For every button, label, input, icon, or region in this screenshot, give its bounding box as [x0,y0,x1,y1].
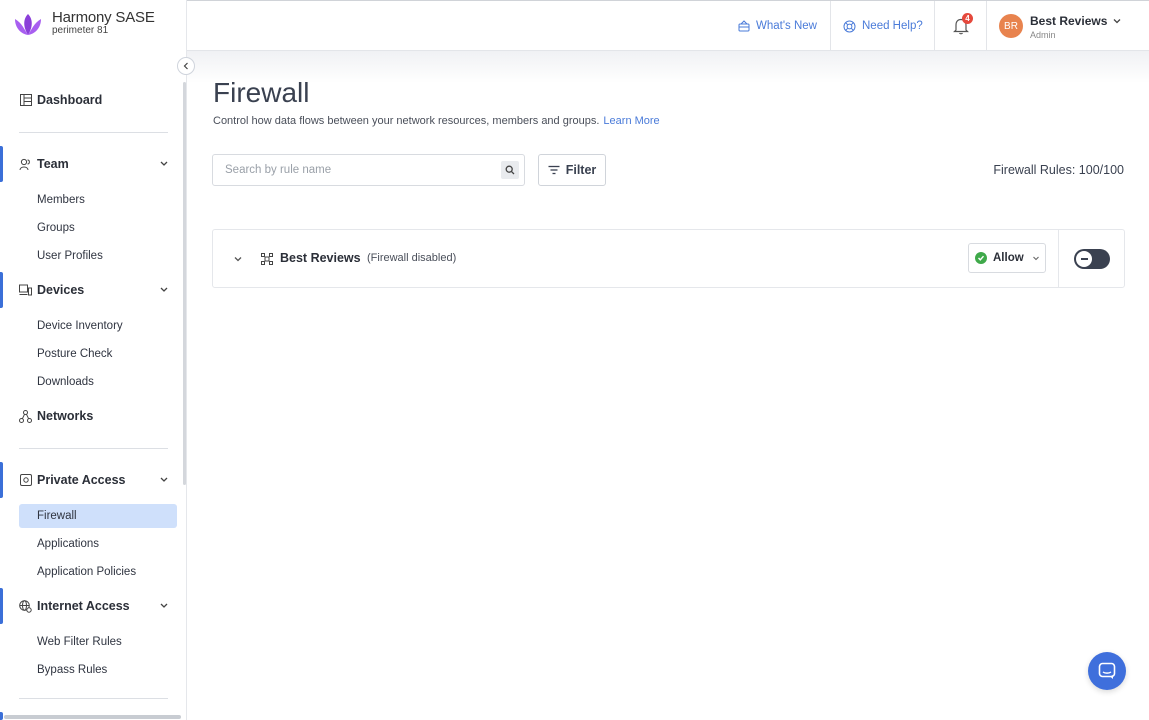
chevron-down-icon[interactable] [159,601,169,611]
sidebar-subitem-downloads[interactable]: Downloads [19,370,177,394]
description-text: Control how data flows between your netw… [213,115,600,127]
sidebar-scrollbar[interactable] [183,82,186,485]
private-access-icon [19,474,32,487]
filter-icon [548,165,560,175]
whats-new-label: What's New [756,20,817,32]
user-role: Admin [1030,30,1056,40]
section-indicator [0,712,3,720]
group-node-icon [261,253,273,265]
search-input[interactable] [213,155,498,185]
chevron-down-icon[interactable] [159,475,169,485]
sidebar-subitem-firewall[interactable]: Firewall [19,504,177,528]
toggle-knob [1076,251,1092,267]
sidebar-subitem-user-profiles[interactable]: User Profiles [19,244,177,268]
sidebar-subitem-applications[interactable]: Applications [19,532,177,556]
sidebar-item-label: Team [37,157,69,171]
sidebar-item-private-access[interactable]: Private Access [0,468,178,492]
top-bar: What's New Need Help? 4 BR Best Reviews … [187,0,1149,51]
chat-icon [1098,662,1116,679]
lotus-logo-icon [15,14,41,35]
sidebar-item-devices[interactable]: Devices [0,278,178,302]
header-shadow [187,51,1149,83]
sidebar-item-label: Devices [37,283,85,297]
search-button[interactable] [501,161,519,179]
sidebar-item-internet-access[interactable]: Internet Access [0,594,178,618]
team-icon [19,158,32,171]
search-box [212,154,525,186]
chat-support-button[interactable] [1088,652,1126,690]
chevron-down-icon[interactable] [233,254,243,264]
gift-icon [738,20,750,32]
chevron-down-icon[interactable] [1112,16,1122,26]
devices-icon [19,284,32,297]
sidebar-item-team[interactable]: Team [0,152,178,176]
rule-group-status: (Firewall disabled) [367,252,457,264]
sidebar-subitem-members[interactable]: Members [19,188,177,212]
sidebar-item-label: Internet Access [37,599,130,613]
need-help-link[interactable]: Need Help? [843,1,923,51]
network-icon [19,409,32,423]
user-name[interactable]: Best Reviews [1030,14,1107,28]
sidebar-subitem-application-policies[interactable]: Application Policies [19,560,177,584]
dashboard-icon [19,94,32,107]
firewall-rule-count: Firewall Rules: 100/100 [993,163,1124,177]
brand-title: Harmony SASE [52,9,155,26]
globe-icon [19,599,32,613]
page-description: Control how data flows between your netw… [213,115,660,127]
filter-button[interactable]: Filter [538,154,606,186]
chevron-down-icon[interactable] [159,285,169,295]
firewall-enable-toggle[interactable] [1074,249,1110,269]
brand-subtitle: perimeter 81 [52,25,109,36]
sidebar-item-label: Dashboard [37,93,103,107]
divider [19,448,168,449]
chevron-down-icon [1033,256,1039,261]
sidebar-item-networks[interactable]: Networks [0,404,178,428]
rule-group-name: Best Reviews [280,251,361,265]
page-title: Firewall [213,77,310,108]
divider [830,1,831,51]
whats-new-link[interactable]: What's New [738,1,817,51]
sidebar-subitem-groups[interactable]: Groups [19,216,177,240]
chevron-down-icon[interactable] [159,159,169,169]
action-label: Allow [993,252,1024,264]
notification-badge: 4 [962,13,973,24]
sidebar-subitem-bypass-rules[interactable]: Bypass Rules [19,658,177,682]
need-help-label: Need Help? [862,20,923,32]
divider [1058,230,1059,287]
sidebar-item-label: Private Access [37,473,126,487]
action-dropdown[interactable]: Allow [968,243,1046,273]
lifebuoy-icon [843,20,856,32]
sidebar-subitem-device-inventory[interactable]: Device Inventory [19,314,177,338]
search-icon [505,165,515,175]
filter-label: Filter [565,163,597,177]
divider [986,1,987,51]
divider [19,698,168,699]
sidebar-subitem-posture-check[interactable]: Posture Check [19,342,177,366]
sidebar-item-dashboard[interactable]: Dashboard [0,88,178,112]
collapse-sidebar-button[interactable] [177,57,195,75]
sidebar-subitem-web-filter-rules[interactable]: Web Filter Rules [19,630,177,654]
divider [19,132,168,133]
firewall-rule-row[interactable]: Best Reviews (Firewall disabled) Allow [212,229,1125,288]
chevron-left-icon [183,62,188,70]
learn-more-link[interactable]: Learn More [603,115,659,127]
divider [934,1,935,51]
avatar[interactable]: BR [999,14,1023,38]
check-circle-icon [975,252,987,264]
brand-logo[interactable]: Harmony SASE perimeter 81 [12,10,155,40]
sidebar: Harmony SASE perimeter 81 Dashboard Team… [0,0,187,720]
sidebar-item-label: Networks [37,409,94,423]
sidebar-horizontal-scrollbar[interactable] [4,715,181,719]
